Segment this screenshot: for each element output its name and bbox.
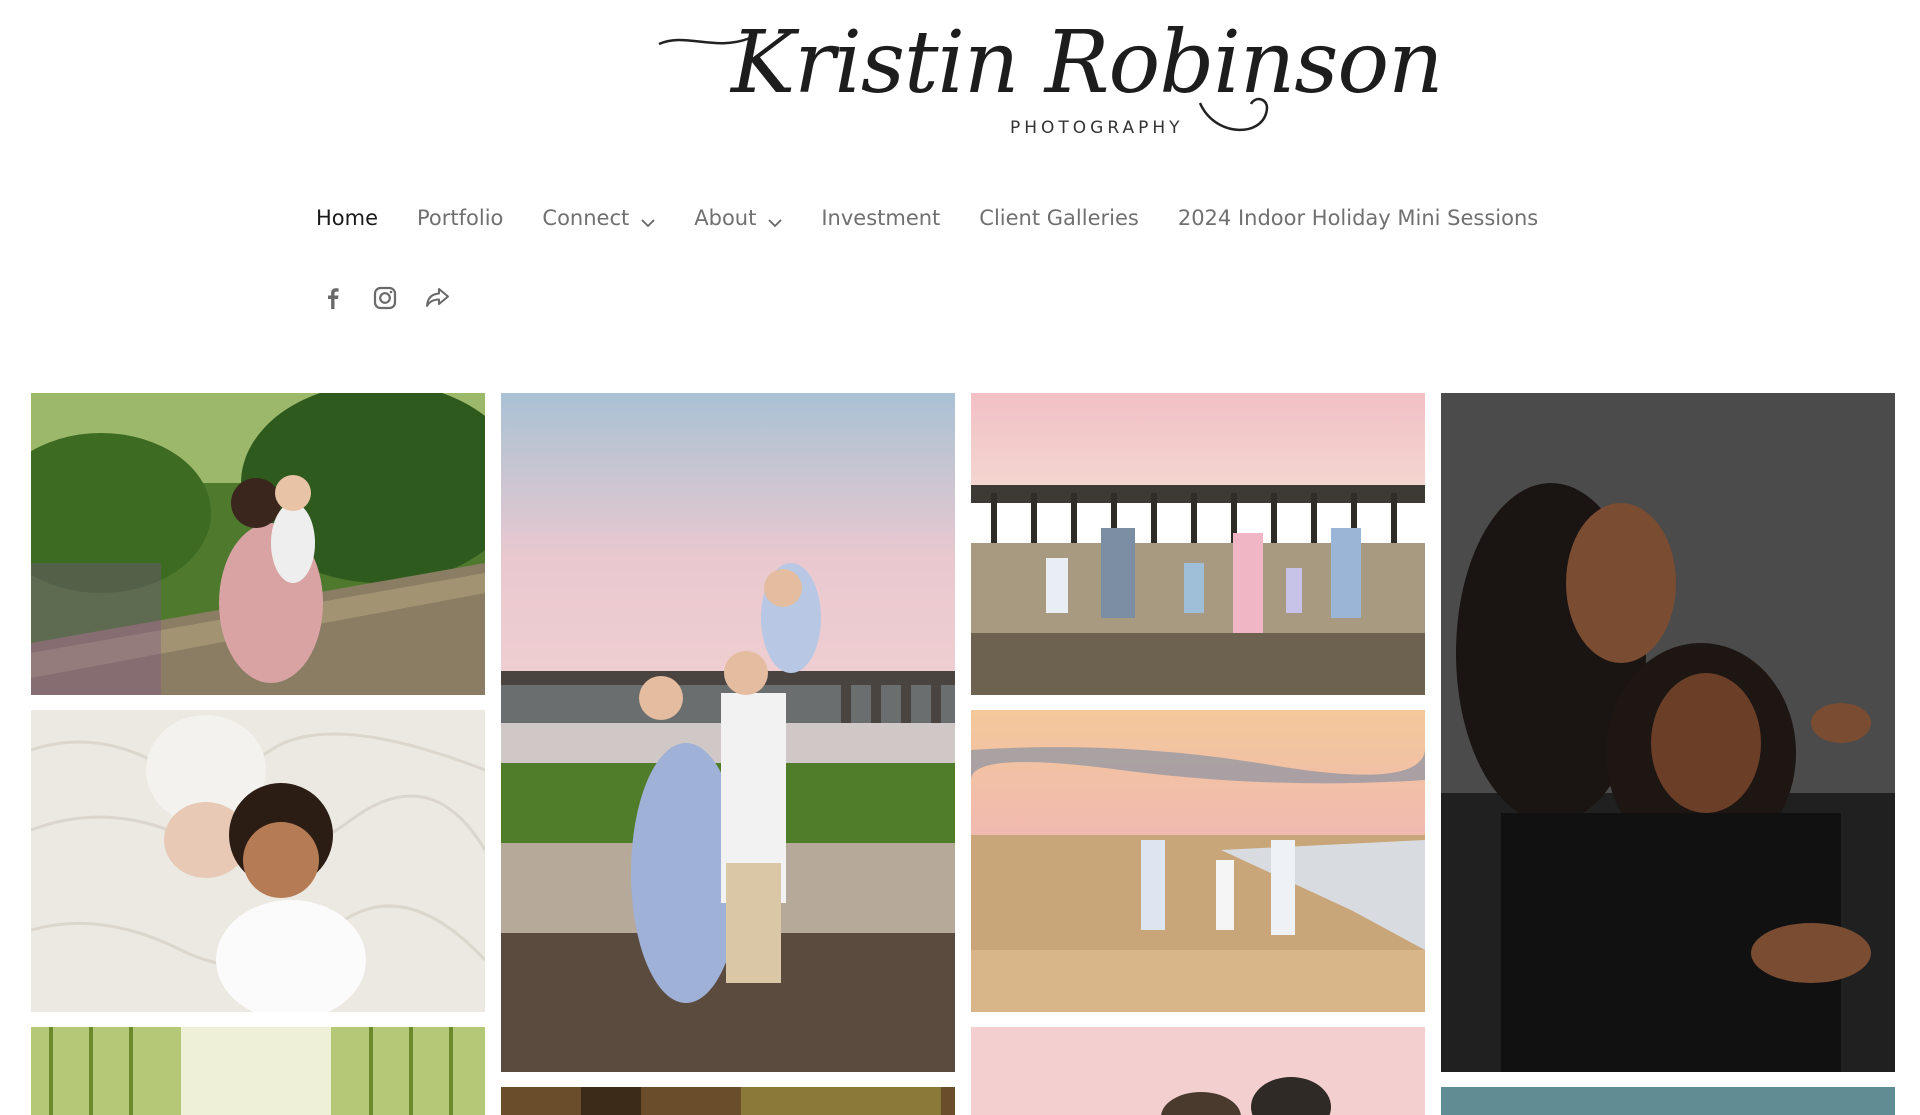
nav-item-label: Client Galleries	[979, 206, 1139, 230]
site-header: Kristin Robinson PHOTOGRAPHY Home Portfo…	[0, 0, 1920, 380]
nav-item-holiday-mini-sessions[interactable]: 2024 Indoor Holiday Mini Sessions	[1178, 206, 1538, 230]
nav-item-label: Portfolio	[417, 206, 504, 230]
photo-image	[1441, 393, 1895, 1072]
photo-image	[971, 393, 1425, 695]
gallery-photo-mother-baby-wall[interactable]	[31, 393, 485, 695]
photo-image	[1441, 1087, 1895, 1115]
gallery-photo-family-beach-sunset[interactable]	[501, 393, 955, 1072]
gallery-photo-couple-sunset[interactable]	[971, 1027, 1425, 1115]
nav-item-home[interactable]: Home	[316, 206, 378, 230]
logo-wordmark: Kristin Robinson	[731, 13, 1444, 113]
gallery-photo-teal-backdrop[interactable]	[1441, 1087, 1895, 1115]
nav-item-connect[interactable]: Connect	[542, 206, 655, 230]
nav-item-label: Connect	[542, 206, 630, 230]
instagram-icon[interactable]	[370, 283, 400, 313]
gallery-photo-newborn-sister[interactable]	[31, 710, 485, 1012]
gallery-photo-family-pier[interactable]	[971, 393, 1425, 695]
nav-item-label: 2024 Indoor Holiday Mini Sessions	[1177, 206, 1539, 230]
gallery-photo-family-walking-beach[interactable]	[971, 710, 1425, 1012]
nav-item-investment[interactable]: Investment	[821, 206, 940, 230]
photo-image	[971, 710, 1425, 1012]
logo-subtitle: PHOTOGRAPHY	[1010, 118, 1184, 138]
main-nav: Home Portfolio Connect About Investment …	[316, 200, 1577, 236]
gallery-photo-forest[interactable]	[501, 1087, 955, 1115]
nav-item-about[interactable]: About	[694, 206, 782, 230]
chevron-down-icon	[641, 211, 655, 228]
site-logo[interactable]: Kristin Robinson PHOTOGRAPHY	[655, 13, 1444, 158]
photo-image	[971, 1027, 1425, 1115]
nav-item-label: Home	[316, 206, 379, 230]
nav-item-client-galleries[interactable]: Client Galleries	[979, 206, 1139, 230]
social-links	[318, 283, 452, 313]
photo-image	[501, 393, 955, 1072]
share-icon[interactable]	[422, 283, 452, 313]
facebook-icon[interactable]	[318, 283, 348, 313]
photo-image	[31, 393, 485, 695]
chevron-down-icon	[768, 211, 782, 228]
photo-image	[31, 1027, 485, 1115]
gallery-photo-willow-tree[interactable]	[31, 1027, 485, 1115]
photo-gallery	[0, 393, 1920, 1115]
photo-image	[31, 710, 485, 1012]
nav-item-portfolio[interactable]: Portfolio	[417, 206, 503, 230]
nav-item-label: About	[694, 206, 757, 230]
photo-image	[501, 1087, 955, 1115]
gallery-photo-mother-daughter-studio[interactable]	[1441, 393, 1895, 1072]
nav-item-label: Investment	[821, 206, 941, 230]
